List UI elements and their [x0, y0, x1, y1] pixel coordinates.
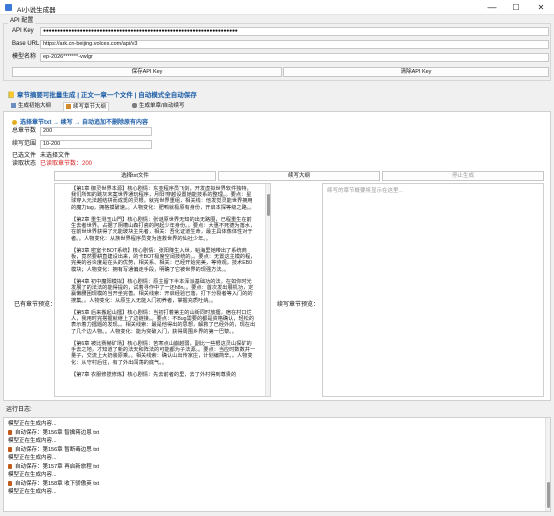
log-line: 模型正在生成内容...: [8, 455, 57, 462]
log-line-text: 自动保存：第157章 再启新旅程 txt: [15, 463, 100, 470]
output-preview-label: 续写章节预览：: [277, 302, 320, 308]
chain-icon: [132, 103, 137, 109]
range-input[interactable]: 10-200: [40, 140, 152, 149]
app-logo-icon: [5, 4, 12, 11]
log-line-text: 自动保存：第158章 收下骄傲英 txt: [15, 480, 100, 487]
save-icon: [8, 446, 12, 452]
log-line-text: 模型正在生成内容...: [8, 455, 57, 461]
book-icon: [11, 103, 16, 109]
base-url-input[interactable]: https://ark.cn-beijing.volces.com/api/v3: [40, 40, 549, 49]
tab-label: 续写章节大纲: [73, 104, 107, 110]
api-key-input[interactable]: ●●●●●●●●●●●●●●●●●●●●●●●●●●●●●●●●●●●●●●●●…: [40, 27, 549, 36]
log-line: 自动保存：第156章 暂断毒边思 txt: [8, 447, 99, 454]
log-box[interactable]: 模型正在生成内容... 自动保存：第156章 智擒蒋边恩 txt 模型正在生成内容.…: [3, 417, 551, 512]
lightbulb-icon: [12, 119, 17, 125]
stop-generate-button[interactable]: 停止生成: [382, 171, 544, 181]
log-title: 运行日志:: [6, 407, 32, 413]
log-scrollbar[interactable]: [545, 418, 550, 511]
existing-preview-box[interactable]: 【第1章 御灵世界本源】核心剧情：东亚程序员飞剑，开发虚拟世界软件独特，我们所知…: [54, 183, 271, 397]
clear-api-key-button[interactable]: 清除API Key: [283, 67, 549, 77]
range-label: 续写范围: [12, 141, 37, 147]
log-line: 模型正在生成内容...: [8, 489, 57, 496]
feature-banner: 📒 章节摘要可批量生成 | 正文一章一个文件 | 自动模式全自动保存: [7, 92, 197, 99]
tab-label: 生成单章/自动续写: [139, 103, 185, 109]
maximize-button[interactable]: ☐: [508, 1, 524, 14]
title-bar: AI小说生成器 — ☐ ✕: [0, 0, 554, 15]
log-line-text: 模型正在生成内容...: [8, 472, 57, 478]
scrollbar-thumb[interactable]: [547, 482, 550, 508]
log-line: 模型正在生成内容...: [8, 472, 57, 479]
total-chapters-input[interactable]: 200: [40, 127, 152, 136]
log-line: 自动保存：第158章 收下骄傲英 txt: [8, 481, 99, 488]
save-icon: [8, 429, 12, 435]
log-line: 自动保存：第156章 智擒蒋边恩 txt: [8, 430, 99, 437]
log-line: 模型正在生成内容...: [8, 438, 57, 445]
log-line-text: 模型正在生成内容...: [8, 421, 57, 427]
log-line-text: 自动保存：第156章 智擒蒋边恩 txt: [15, 429, 100, 436]
api-config-title: API 配置: [8, 17, 36, 26]
total-chapters-label: 总章节数: [12, 128, 37, 134]
api-key-label: API Key: [12, 28, 34, 34]
log-line-text: 自动保存：第156章 暂断毒边思 txt: [15, 446, 100, 453]
read-status-label: 读取状态: [12, 161, 37, 167]
scrollbar-thumb[interactable]: [267, 194, 270, 216]
output-placeholder: 续写的章节概要将显示在这里...: [327, 188, 404, 194]
log-line-text: 模型正在生成内容...: [8, 438, 57, 444]
mode-description: 选择章节txt → 续写 → 自动追加不删除原有内容: [12, 117, 148, 126]
model-name-label: 模型名称: [12, 54, 37, 60]
save-api-key-button[interactable]: 保存API Key: [12, 67, 282, 77]
window-title: AI小说生成器: [17, 7, 56, 14]
base-url-label: Base URL: [12, 41, 40, 47]
existing-scrollbar[interactable]: [265, 184, 270, 396]
log-line: 模型正在生成内容...: [8, 421, 57, 428]
mode-text: 选择章节txt → 续写 → 自动追加不删除原有内容: [20, 120, 149, 126]
save-icon: [8, 480, 12, 486]
tab-label: 生成初始大纲: [18, 103, 52, 109]
existing-preview-text: 【第1章 御灵世界本源】核心剧情：东亚程序员飞剑，开发虚拟世界软件独特，我们所知…: [71, 186, 256, 379]
model-name-input[interactable]: ep-2026*******-vwlgr: [40, 53, 549, 62]
continue-outline-button[interactable]: 续写大纲: [218, 171, 380, 181]
select-txt-button[interactable]: 选择txt文件: [54, 171, 216, 181]
minimize-button[interactable]: —: [484, 1, 500, 14]
save-icon: [8, 463, 12, 469]
close-button[interactable]: ✕: [533, 1, 549, 14]
log-line: 自动保存：第157章 再启新旅程 txt: [8, 464, 99, 471]
output-preview-box[interactable]: 续写的章节概要将显示在这里...: [322, 183, 544, 397]
log-line-text: 模型正在生成内容...: [8, 489, 57, 495]
read-status-value: 已读取章节数：200: [40, 161, 93, 167]
existing-preview-label: 已有章节预览：: [14, 302, 57, 308]
pencil-icon: [66, 104, 71, 110]
